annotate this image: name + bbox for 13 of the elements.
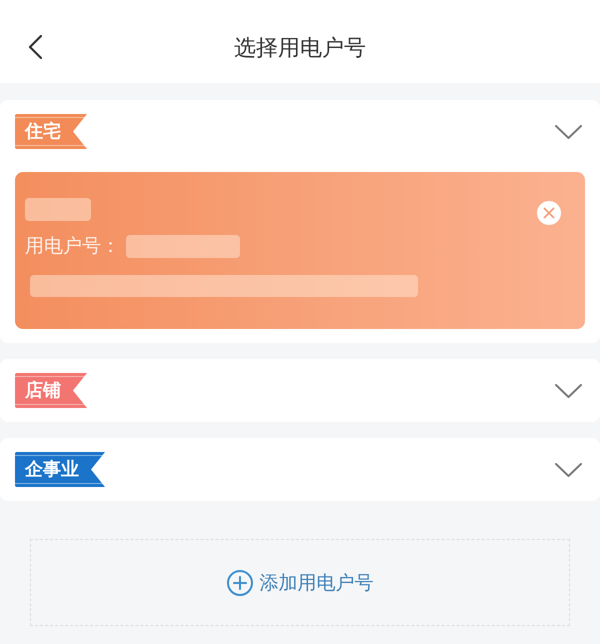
chevron-down-icon[interactable] (555, 462, 582, 476)
chevron-down-icon[interactable] (555, 384, 582, 398)
chevron-down-icon[interactable] (555, 124, 582, 138)
account-number-label: 用电户号： (25, 234, 120, 259)
page-title: 选择用电户号 (234, 34, 366, 62)
account-card[interactable]: 用电户号： (15, 172, 585, 329)
category-ribbon: 店铺 (15, 373, 87, 408)
add-account-button[interactable]: 添加用电户号 (30, 539, 570, 626)
blurred-name (25, 198, 91, 221)
category-ribbon: 住宅 (15, 114, 87, 149)
plus-circle-icon (226, 570, 252, 596)
category-ribbon: 企事业 (15, 452, 105, 487)
back-icon (28, 35, 42, 59)
